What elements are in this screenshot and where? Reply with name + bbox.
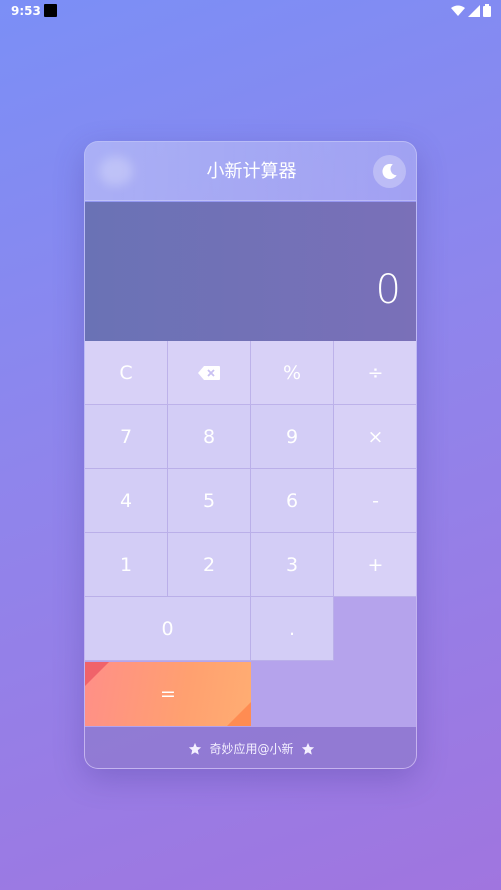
multiply-button[interactable]: ×	[334, 405, 416, 469]
status-bar: 9:53	[0, 0, 501, 22]
backspace-icon	[198, 365, 220, 380]
digit-9-button[interactable]: 9	[251, 405, 334, 469]
digit-4-button[interactable]: 4	[85, 469, 168, 533]
result-display: 0	[85, 202, 416, 341]
digit-6-button[interactable]: 6	[251, 469, 334, 533]
star-icon	[301, 742, 314, 755]
star-icon	[189, 742, 202, 755]
keypad: C % ÷ 7 8 9 × 4 5 6 - 1 2 3 + 0 . =	[85, 341, 416, 727]
wifi-icon	[451, 5, 465, 16]
app-title: 小新计算器	[206, 161, 297, 182]
digit-8-button[interactable]: 8	[168, 405, 251, 469]
digit-5-button[interactable]: 5	[168, 469, 251, 533]
digit-7-button[interactable]: 7	[85, 405, 168, 469]
backspace-button[interactable]	[168, 341, 251, 405]
digit-3-button[interactable]: 3	[251, 533, 334, 597]
plus-button[interactable]: +	[334, 533, 416, 597]
equals-corner-accent	[85, 662, 109, 686]
status-icons	[451, 4, 491, 17]
equals-corner-accent	[227, 702, 251, 726]
status-time: 9:53	[11, 4, 41, 18]
minus-button[interactable]: -	[334, 469, 416, 533]
digit-0-button[interactable]: 0	[85, 597, 251, 661]
notification-icon	[44, 4, 57, 17]
battery-icon	[483, 4, 491, 17]
calculator-header: 小新计算器	[85, 142, 416, 201]
footer: 奇妙应用@小新	[85, 727, 416, 768]
percent-button[interactable]: %	[251, 341, 334, 405]
digit-2-button[interactable]: 2	[168, 533, 251, 597]
calculator-card: 小新计算器 0 C % ÷ 7 8 9 × 4 5 6 - 1 2 3 + 0 …	[84, 141, 417, 769]
equals-button[interactable]: =	[85, 662, 251, 726]
signal-icon	[468, 4, 480, 17]
display-value: 0	[375, 267, 401, 313]
divide-button[interactable]: ÷	[334, 341, 416, 405]
theme-toggle-button[interactable]	[373, 155, 406, 188]
digit-1-button[interactable]: 1	[85, 533, 168, 597]
moon-icon	[382, 163, 397, 180]
equals-label: =	[160, 683, 176, 705]
clear-button[interactable]: C	[85, 341, 168, 405]
decimal-point-button[interactable]: .	[251, 597, 334, 661]
footer-text: 奇妙应用@小新	[209, 742, 294, 756]
